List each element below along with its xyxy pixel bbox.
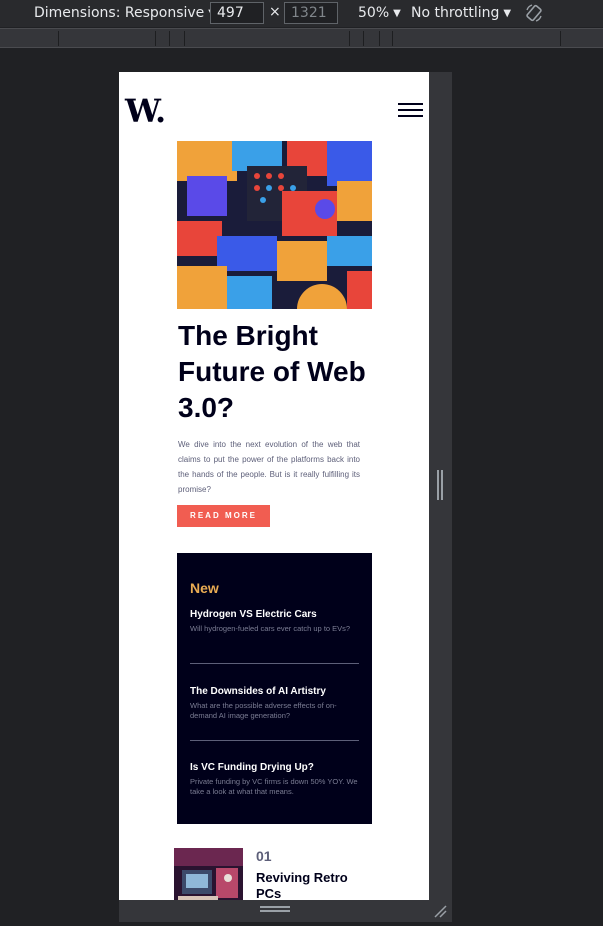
hero-image <box>177 141 372 309</box>
hamburger-icon[interactable] <box>398 103 423 117</box>
news-divider <box>190 663 359 664</box>
width-input[interactable]: 497 <box>210 2 264 24</box>
hero-title: The Bright Future of Web 3.0? <box>178 320 366 423</box>
site-logo[interactable]: W. <box>125 92 166 130</box>
news-title[interactable]: Hydrogen VS Electric Cars <box>190 608 359 621</box>
retro-pc-image[interactable] <box>174 848 243 900</box>
resize-handle-corner[interactable] <box>429 900 452 922</box>
retro-title[interactable]: Reviving Retro PCs <box>256 870 366 900</box>
throttle-dropdown[interactable]: No throttling ▼ <box>411 5 511 21</box>
news-subtitle: Will hydrogen-fueled cars ever catch up … <box>190 624 351 633</box>
news-divider <box>190 740 359 741</box>
dimensions-dropdown[interactable]: Dimensions: Responsive ▼ <box>34 5 216 21</box>
zoom-label: 50% <box>358 5 390 21</box>
caret-down-icon: ▼ <box>503 7 512 19</box>
resize-handle-bottom[interactable] <box>119 900 429 922</box>
news-title[interactable]: The Downsides of AI Artistry <box>190 685 359 698</box>
news-subtitle: Private funding by VC firms is down 50% … <box>190 777 358 796</box>
resize-corner-icon <box>434 905 447 918</box>
times-symbol: × <box>269 4 281 20</box>
dimensions-label: Dimensions: Responsive <box>34 5 205 21</box>
rotate-icon[interactable] <box>524 3 544 23</box>
news-subtitle: What are the possible adverse effects of… <box>190 701 337 720</box>
new-heading: New <box>190 580 219 596</box>
grip-icon <box>260 906 290 912</box>
devtools-toolbar: Dimensions: Responsive ▼ 497 × 1321 50% … <box>0 0 603 27</box>
zoom-dropdown[interactable]: 50% ▼ <box>358 5 401 21</box>
grip-icon <box>437 470 443 500</box>
caret-down-icon: ▼ <box>393 7 401 19</box>
hero-description: We dive into the next evolution of the w… <box>178 440 360 494</box>
retro-number: 01 <box>256 848 272 864</box>
height-input[interactable]: 1321 <box>284 2 338 24</box>
news-item[interactable]: The Downsides of AI Artistry What are th… <box>190 685 359 721</box>
new-panel: New Hydrogen VS Electric Cars Will hydro… <box>177 553 372 824</box>
device-viewport: W. The Bright Future of Web 3.0? We dive <box>119 72 429 900</box>
news-title[interactable]: Is VC Funding Drying Up? <box>190 761 359 774</box>
media-query-ruler <box>0 28 603 48</box>
resize-handle-right[interactable] <box>429 72 452 900</box>
news-item[interactable]: Hydrogen VS Electric Cars Will hydrogen-… <box>190 608 359 634</box>
throttle-label: No throttling <box>411 5 500 21</box>
news-item[interactable]: Is VC Funding Drying Up? Private funding… <box>190 761 359 797</box>
read-more-button[interactable]: READ MORE <box>177 505 270 527</box>
